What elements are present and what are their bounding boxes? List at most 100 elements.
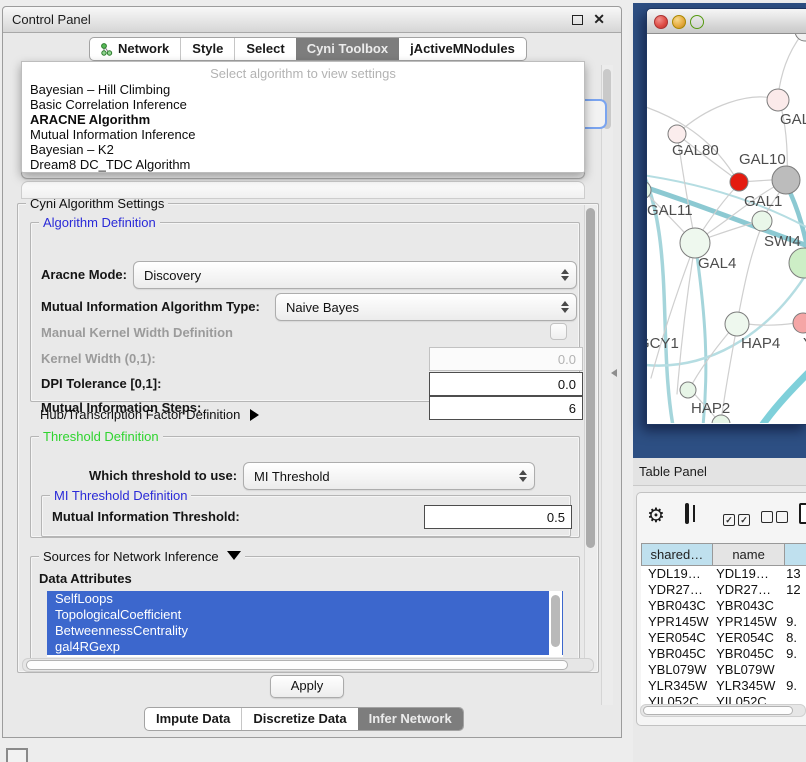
close-light-icon[interactable]: [654, 15, 668, 29]
network-node-GAL4[interactable]: [680, 228, 710, 258]
attribute-list-item[interactable]: gal4RGexp: [47, 639, 563, 655]
bottom-tab-impute-data[interactable]: Impute Data: [145, 708, 241, 730]
list-scrollbar-thumb[interactable]: [551, 595, 560, 647]
apply-button[interactable]: Apply: [270, 675, 344, 698]
attribute-list-item[interactable]: SelfLoops: [47, 591, 563, 607]
table-hscrollbar[interactable]: [640, 704, 806, 717]
settings-scrollbar-thumb[interactable]: [586, 208, 595, 548]
tab-style[interactable]: Style: [180, 38, 234, 60]
close-icon[interactable]: ✕: [593, 11, 605, 28]
table-row[interactable]: YLR345WYLR345W9.: [641, 678, 806, 694]
network-node-top-partial[interactable]: [795, 34, 806, 41]
network-node-red-node[interactable]: [730, 173, 748, 191]
split-divider-handle-icon[interactable]: [611, 369, 617, 377]
table-toolbar: ⚙ ✓✓: [637, 493, 806, 539]
dropdown-item[interactable]: ARACNE Algorithm: [22, 112, 584, 127]
algorithm-definition-group: Algorithm Definition Aracne Mode: Discov…: [30, 222, 580, 402]
network-node-SWI4[interactable]: [789, 248, 806, 278]
tab-network[interactable]: Network: [90, 38, 180, 60]
mi-steps-field[interactable]: 6: [429, 396, 583, 420]
which-threshold-combo[interactable]: MI Threshold: [243, 462, 535, 490]
table-row[interactable]: YDR27…YDR27…12: [641, 582, 806, 598]
dropdown-item[interactable]: Bayesian – K2: [22, 142, 584, 157]
column-header[interactable]: name: [713, 543, 786, 566]
table-cell: YER054C: [709, 630, 779, 646]
node-label-HAP4: HAP4: [741, 335, 780, 352]
aracne-mode-combo[interactable]: Discovery: [133, 261, 577, 289]
network-node-GAL1[interactable]: [752, 211, 772, 231]
mi-threshold-group: MI Threshold Definition Mutual Informati…: [41, 495, 571, 537]
outer-scrollbar[interactable]: [601, 65, 613, 705]
tab-label: Network: [118, 38, 169, 60]
zoom-light-icon[interactable]: [690, 15, 704, 29]
threshold-definition-title: Threshold Definition: [39, 429, 163, 444]
settings-hscrollbar[interactable]: [22, 658, 594, 672]
manual-kernel-checkbox[interactable]: [550, 323, 567, 340]
network-node-Y-pink[interactable]: [793, 313, 806, 333]
combo-stepper-icon: [519, 470, 527, 482]
attribute-list-item[interactable]: TopologicalCoefficient: [47, 607, 563, 623]
bottom-tab-discretize-data[interactable]: Discretize Data: [241, 708, 357, 730]
chevron-right-icon: [250, 409, 259, 421]
network-icon: [101, 43, 113, 56]
column-header[interactable]: shared…: [641, 543, 713, 566]
mi-threshold-field[interactable]: 0.5: [424, 505, 572, 529]
network-node-GAL10[interactable]: [772, 166, 800, 194]
tab-label: jActiveMNodules: [410, 38, 515, 60]
table-cell: YBR045C: [641, 646, 709, 662]
table-row[interactable]: YBL079WYBL079W: [641, 662, 806, 678]
node-label-GCY1: GCY1: [647, 335, 679, 352]
dropdown-item[interactable]: Basic Correlation Inference: [22, 97, 584, 112]
network-desktop: GALGAL80GAL11GAL10GAL1GAL4SWI4GCY1HAP4YH…: [633, 3, 806, 458]
mi-type-combo[interactable]: Naive Bayes: [275, 293, 577, 321]
table-hscrollbar-thumb[interactable]: [643, 706, 793, 715]
threshold-definition-group: Threshold Definition Which threshold to …: [30, 436, 580, 538]
table-row[interactable]: YPR145WYPR145W9.: [641, 614, 806, 630]
table-row[interactable]: YER054CYER054C8.: [641, 630, 806, 646]
dropdown-item[interactable]: Mutual Information Inference: [22, 127, 584, 142]
minimize-light-icon[interactable]: [672, 15, 686, 29]
kernel-width-value: 0.0: [558, 352, 576, 367]
network-graph: GALGAL80GAL11GAL10GAL1GAL4SWI4GCY1HAP4YH…: [647, 34, 806, 423]
network-window-titlebar[interactable]: [647, 9, 806, 34]
network-node-GAL80[interactable]: [668, 125, 686, 143]
dropdown-item[interactable]: Dream8 DC_TDC Algorithm: [22, 157, 584, 172]
tab-select[interactable]: Select: [234, 38, 295, 60]
column-combo-fragment[interactable]: [21, 181, 585, 199]
network-node-gal-pink[interactable]: [767, 89, 789, 111]
columns-icon[interactable]: [685, 503, 689, 524]
settings-hscrollbar-thumb[interactable]: [26, 660, 568, 670]
minimized-panel-icon[interactable]: [6, 748, 28, 762]
network-node-HAP2[interactable]: [680, 382, 696, 398]
attribute-list-item[interactable]: BetweennessCentrality: [47, 623, 563, 639]
network-edge: [737, 222, 763, 322]
kernel-width-field[interactable]: 0.0: [429, 347, 583, 371]
dpi-tolerance-field[interactable]: 0.0: [429, 372, 583, 396]
table-row[interactable]: YBR043CYBR043C: [641, 598, 806, 614]
float-icon[interactable]: [572, 15, 583, 25]
table-row[interactable]: YBR045CYBR045C9.: [641, 646, 806, 662]
unchecked-boxes-icon[interactable]: [761, 510, 788, 528]
dropdown-item[interactable]: Bayesian – Hill Climbing: [22, 82, 584, 97]
network-canvas[interactable]: GALGAL80GAL11GAL10GAL1GAL4SWI4GCY1HAP4YH…: [647, 34, 806, 423]
attribute-table[interactable]: shared…name YDL19…YDL19…13YDR27…YDR27…12…: [641, 543, 806, 710]
data-attributes-list[interactable]: SelfLoopsTopologicalCoefficientBetweenne…: [47, 591, 563, 657]
gear-icon[interactable]: ⚙: [647, 503, 665, 528]
column-header[interactable]: [785, 543, 806, 566]
checked-boxes-icon[interactable]: ✓✓: [723, 510, 750, 528]
tab-jactivemnodules[interactable]: jActiveMNodules: [399, 38, 526, 60]
table-body: YDL19…YDL19…13YDR27…YDR27…12YBR043CYBR04…: [641, 566, 806, 710]
settings-scrollbar[interactable]: [584, 205, 597, 671]
page-icon[interactable]: [799, 503, 806, 524]
network-edge: [747, 323, 795, 325]
tab-cyni-toolbox[interactable]: Cyni Toolbox: [296, 38, 399, 60]
tab-label: Impute Data: [156, 708, 230, 730]
hub-definition-toggle[interactable]: Hub/Transcription Factor Definition: [40, 407, 259, 422]
network-node-HAP4[interactable]: [725, 312, 749, 336]
list-scrollbar[interactable]: [549, 591, 562, 657]
sources-group-title[interactable]: Sources for Network Inference: [39, 549, 245, 564]
bottom-tab-infer-network[interactable]: Infer Network: [358, 708, 463, 730]
table-cell: 9.: [779, 678, 806, 694]
table-row[interactable]: YDL19…YDL19…13: [641, 566, 806, 582]
table-cell: 9.: [779, 646, 806, 662]
